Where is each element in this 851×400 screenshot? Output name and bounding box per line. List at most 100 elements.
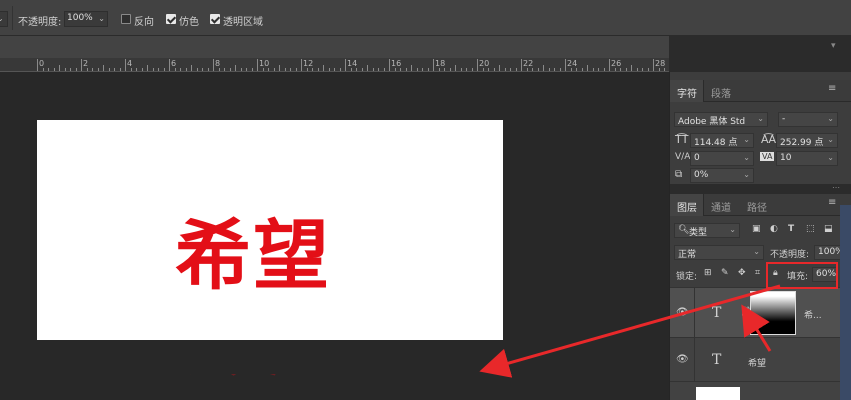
ruler-minor-tick — [191, 65, 192, 71]
character-panel-header: 字符 段落 ≡ — [670, 80, 851, 102]
ruler-major-tick — [389, 59, 390, 71]
tab-character[interactable]: 字符 — [677, 85, 697, 100]
canvas-text[interactable]: 希望 — [175, 218, 331, 294]
leading-field[interactable]: 252.99 点 ⌄ — [776, 133, 838, 148]
ruler-major-tick — [433, 59, 434, 71]
document-canvas[interactable]: 希望 — [37, 120, 503, 340]
ruler-minor-tick — [422, 68, 423, 71]
tab-paragraph[interactable]: 段落 — [711, 85, 731, 100]
ruler-minor-tick — [526, 68, 528, 71]
ruler-minor-tick — [97, 68, 99, 71]
visibility-eye-icon[interactable]: 👁︎ — [676, 307, 689, 318]
leading-icon: A͡A — [761, 133, 777, 146]
font-size-field[interactable]: 114.48 点 ⌄ — [690, 133, 754, 148]
ruler-major-tick — [477, 59, 478, 71]
ruler-minor-tick — [323, 65, 324, 71]
ruler-minor-tick — [482, 68, 484, 71]
blend-mode-value: 正常 — [678, 250, 697, 260]
ruler-major-tick — [609, 59, 610, 71]
ruler-minor-tick — [361, 68, 363, 71]
collapse-icon[interactable]: ▾ — [831, 41, 836, 51]
tracking-field[interactable]: 10 ⌄ — [776, 151, 838, 166]
font-style-value: - — [782, 114, 786, 124]
layer-mask-thumbnail[interactable] — [750, 291, 796, 335]
lock-pixels-icon[interactable]: ⊞ — [704, 268, 712, 278]
tab-channels[interactable]: 通道 — [711, 199, 731, 214]
ruler-minor-tick — [647, 68, 649, 71]
chevron-down-icon: ⌄ — [827, 135, 834, 144]
ruler-number: 28 — [655, 59, 666, 68]
kerning-field[interactable]: 0 ⌄ — [690, 151, 754, 166]
grip-icon[interactable]: ⋯ — [832, 183, 840, 192]
smart-filter-icon[interactable]: ⬓ — [824, 224, 833, 234]
lock-image-icon[interactable]: ✎ — [721, 268, 729, 278]
artboard-icon[interactable]: ⌗ — [755, 268, 760, 278]
layer-name: 希望 — [748, 359, 767, 369]
ruler-minor-tick — [158, 68, 159, 71]
tab-layers[interactable]: 图层 — [677, 199, 697, 214]
ruler-minor-tick — [631, 65, 632, 71]
layer-thumbnail — [696, 387, 740, 400]
gradient-type-dropdown[interactable]: ⌄ — [0, 11, 8, 27]
ruler-minor-tick — [86, 68, 88, 71]
panel-menu-icon[interactable]: ≡ — [828, 197, 836, 208]
font-family-dropdown[interactable]: Adobe 黑体 Std ⌄ — [674, 112, 768, 127]
visibility-eye-icon[interactable]: 👁︎ — [676, 354, 689, 365]
panel-menu-icon[interactable]: ≡ — [828, 83, 836, 94]
ruler-major-tick — [301, 59, 302, 71]
chevron-down-icon: ⌄ — [743, 135, 750, 144]
panel-scrollbar[interactable] — [840, 205, 851, 400]
filter-kind-value: 类型 — [689, 228, 708, 238]
dither-label: 仿色 — [179, 17, 199, 28]
ruler-major-tick — [213, 59, 214, 71]
ruler-minor-tick — [592, 68, 594, 71]
ruler-minor-tick — [394, 68, 396, 71]
photoshop-window: ⌄ 不透明度: 100% ⌄ 反向 仿色 透明区域 0 2 4 6 8 10 12 14 16 1… — [0, 0, 851, 400]
ruler-minor-tick — [119, 68, 121, 71]
adjustment-filter-icon[interactable]: ◐ — [770, 224, 778, 234]
tab-paths[interactable]: 路径 — [747, 199, 767, 214]
transparency-checkbox[interactable] — [210, 14, 220, 24]
fill-highlight-box — [766, 262, 838, 289]
lock-position-icon[interactable]: ✥ — [738, 268, 746, 278]
ruler-minor-tick — [70, 68, 71, 71]
ruler-major-tick — [169, 59, 170, 71]
chevron-down-icon: ⌄ — [827, 114, 834, 123]
layer-filter-dropdown[interactable]: 🔍︎ 类型 ⌄ — [674, 223, 740, 238]
blend-mode-dropdown[interactable]: 正常 ⌄ — [674, 245, 764, 260]
ruler-major-tick — [345, 59, 346, 71]
ruler-minor-tick — [581, 68, 583, 71]
layer-row[interactable]: 👁︎ T 希望 — [670, 337, 851, 382]
ruler-minor-tick — [108, 68, 110, 71]
shape-filter-icon[interactable]: ⬚ — [806, 224, 815, 234]
font-family-value: Adobe 黑体 Std — [678, 117, 746, 127]
ruler-minor-tick — [559, 68, 561, 71]
ruler-minor-tick — [587, 65, 588, 71]
ruler-minor-tick — [471, 68, 473, 71]
ruler-minor-tick — [570, 68, 572, 71]
font-style-dropdown[interactable]: - ⌄ — [778, 112, 838, 127]
image-filter-icon[interactable]: ▣ — [752, 224, 761, 234]
ruler-minor-tick — [295, 68, 297, 71]
scale-field[interactable]: 0% ⌄ — [690, 168, 754, 183]
type-filter-icon[interactable]: T — [788, 224, 794, 234]
opacity-label: 不透明度: — [18, 17, 62, 28]
chevron-down-icon: ⌄ — [757, 114, 764, 123]
ruler-minor-tick — [664, 68, 665, 71]
ruler-minor-tick — [598, 68, 599, 71]
reverse-checkbox[interactable] — [121, 14, 131, 24]
ruler-minor-tick — [284, 68, 286, 71]
text-layer-icon: T — [712, 352, 722, 368]
layer-row[interactable] — [670, 381, 851, 400]
opacity-dropdown[interactable]: 100% ⌄ — [64, 11, 108, 27]
dither-checkbox[interactable] — [166, 14, 176, 24]
ruler-minor-tick — [554, 68, 555, 71]
font-size-icon: T͡T — [675, 133, 689, 146]
ruler-minor-tick — [235, 65, 236, 71]
layer-row-selected[interactable]: 👁︎ T ⛓︎ 希... — [670, 287, 851, 338]
ruler-number: 14 — [347, 59, 358, 68]
ruler-minor-tick — [136, 68, 137, 71]
ruler-minor-tick — [510, 68, 511, 71]
ruler-minor-tick — [64, 68, 66, 71]
opacity-value: 100% — [67, 13, 93, 23]
